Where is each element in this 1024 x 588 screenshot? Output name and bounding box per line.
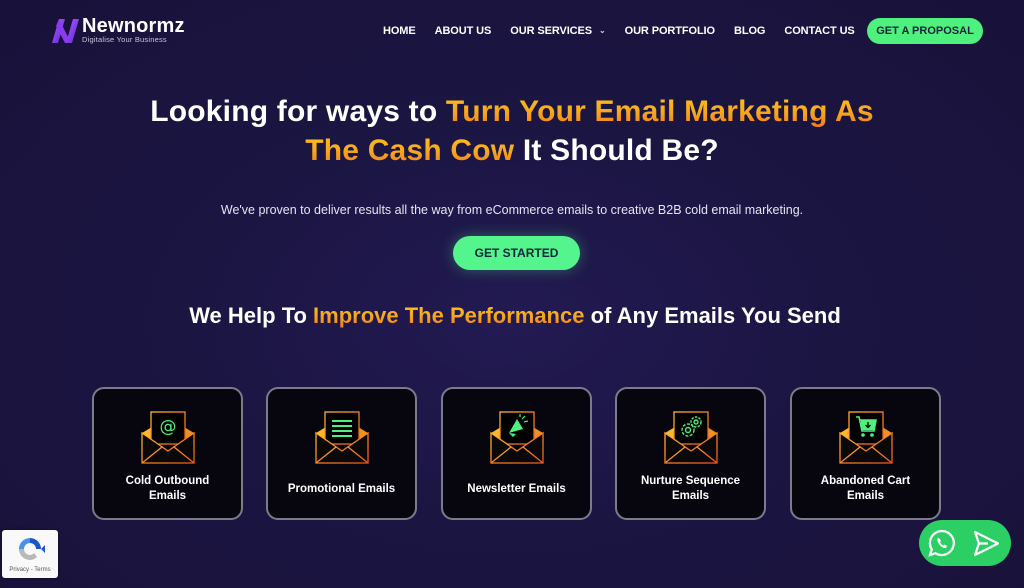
- services-title-part2: of Any Emails You Send: [584, 303, 841, 328]
- nav-services-label: OUR SERVICES: [510, 25, 592, 37]
- svg-text:@: @: [160, 417, 177, 437]
- recaptcha-icon: [19, 538, 45, 560]
- nav-contact-us[interactable]: CONTACT US: [784, 19, 854, 43]
- service-card-abandoned-cart[interactable]: Abandoned Cart Emails: [790, 387, 941, 520]
- services-title: We Help To Improve The Performance of An…: [160, 301, 870, 331]
- service-card-newsletter[interactable]: Newsletter Emails: [441, 387, 592, 520]
- nav-about-label: ABOUT US: [434, 25, 492, 37]
- service-card-cold-outbound[interactable]: @ Cold Outbound Emails: [92, 387, 243, 520]
- brand-logo[interactable]: Newnormz Digitalise Your Business: [50, 16, 185, 44]
- recaptcha-badge[interactable]: Privacy - Terms: [2, 530, 58, 578]
- service-card-label: Promotional Emails: [287, 482, 396, 495]
- hero-title-part2: It Should Be?: [514, 134, 719, 167]
- service-card-label: Newsletter Emails: [467, 482, 566, 495]
- service-card-nurture-sequence[interactable]: Nurture Sequence Emails: [615, 387, 766, 520]
- hero-title-part1: Looking for ways to: [150, 95, 446, 128]
- nav-portfolio-label: OUR PORTFOLIO: [624, 25, 715, 37]
- chevron-down-icon: ⌄: [599, 26, 606, 35]
- nav-about-us[interactable]: ABOUT US: [435, 19, 492, 43]
- gears-envelope-icon: [661, 407, 721, 467]
- n-logo-icon: [52, 19, 79, 43]
- megaphone-envelope-icon: [487, 407, 547, 467]
- services-title-part1: We Help To: [189, 303, 314, 328]
- service-card-label: Nurture Sequence Emails: [640, 475, 741, 502]
- nav-blog[interactable]: BLOG: [734, 19, 765, 43]
- chat-widget: [919, 520, 1011, 566]
- brand-tagline: Digitalise Your Business: [82, 35, 167, 44]
- recaptcha-privacy-terms[interactable]: Privacy - Terms: [2, 567, 58, 573]
- get-started-button[interactable]: GET STARTED: [453, 236, 580, 270]
- nav-blog-label: BLOG: [733, 25, 766, 37]
- service-card-label: Cold Outbound Emails: [125, 475, 210, 502]
- service-card-label: Abandoned Cart Emails: [820, 475, 911, 502]
- nav-home[interactable]: HOME: [383, 19, 416, 43]
- brand-name: Newnormz: [82, 15, 185, 37]
- main-nav: HOME ABOUT US OUR SERVICES ⌄ OUR PORTFOLI…: [383, 19, 874, 43]
- at-sign-envelope-icon: @: [138, 407, 198, 467]
- get-a-proposal-button[interactable]: GET A PROPOSAL: [867, 18, 983, 44]
- nav-home-label: HOME: [383, 25, 416, 37]
- nav-our-services[interactable]: OUR SERVICES ⌄: [510, 19, 605, 43]
- service-card-promotional[interactable]: Promotional Emails: [266, 387, 417, 520]
- hero-title-highlight1: Turn Your Email Marketing As: [445, 95, 874, 128]
- hero-title: Looking for ways to Turn Your Email Mark…: [0, 92, 1024, 170]
- send-icon[interactable]: [972, 530, 1000, 557]
- cart-envelope-icon: [836, 407, 896, 467]
- nav-contact-label: CONTACT US: [784, 25, 855, 37]
- nav-our-portfolio[interactable]: OUR PORTFOLIO: [625, 19, 715, 43]
- hero-title-highlight2: The Cash Cow: [305, 134, 515, 167]
- site-header: Newnormz Digitalise Your Business HOME A…: [0, 0, 1024, 62]
- document-lines-envelope-icon: [312, 407, 372, 467]
- services-title-highlight: Improve The Performance: [313, 303, 585, 328]
- whatsapp-icon[interactable]: [928, 529, 956, 557]
- hero-subtitle: We've proven to deliver results all the …: [220, 203, 804, 217]
